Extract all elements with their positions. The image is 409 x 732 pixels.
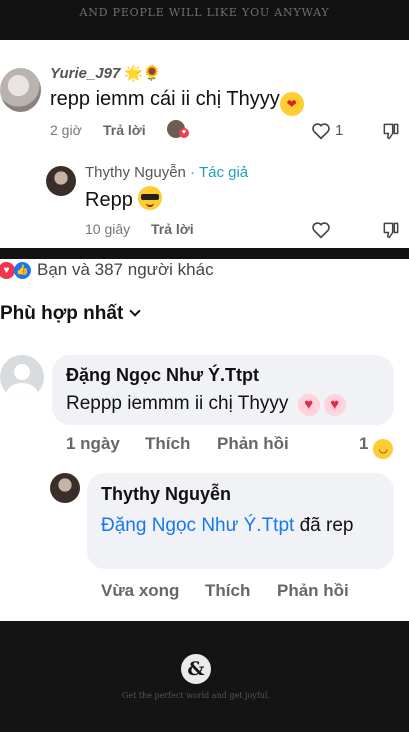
dislike-icon[interactable]	[381, 220, 401, 240]
sunglasses-emoji-icon	[138, 186, 163, 210]
comment-text-body: repp iemm cái ii chị Thyyy	[50, 88, 280, 110]
heart-emoji-icon: ♥	[323, 394, 346, 416]
reply-button[interactable]: Trả lời	[103, 122, 146, 138]
comment-panel-2: ♥ 👍 Bạn và 387 người khác Phù hợp nhất Đặn…	[0, 259, 409, 621]
like-reaction-icon: 👍	[14, 261, 31, 279]
comment-time: 1 ngày	[66, 434, 120, 453]
reply-username-text[interactable]: Thythy Nguyễn	[85, 164, 186, 181]
reply-username: Thythy Nguyễn · Tác giả	[85, 164, 248, 181]
heart-emoji-icon: ♥	[297, 394, 320, 416]
ampersand-logo: &	[181, 654, 211, 684]
comment-username[interactable]: Yurie_J97	[50, 65, 120, 82]
username-emoji: 🌟🌻	[124, 65, 162, 82]
love-reaction-icon: ♥	[0, 261, 15, 279]
mention-link[interactable]: Đặng Ngọc Như Ý.Ttpt	[101, 515, 294, 536]
reply-button[interactable]: Phản hồi	[277, 581, 349, 601]
kiss-emoji-icon: ❤	[279, 92, 304, 116]
banner-tagline: AND PEOPLE WILL LIKE YOU ANYWAY	[79, 6, 330, 19]
comment-time: 2 giờ	[50, 122, 82, 138]
reactions-summary[interactable]: ♥ 👍 Bạn và 387 người khác	[0, 259, 214, 281]
reply-text: Đặng Ngọc Như Ý.Ttpt đã rep	[101, 512, 381, 540]
comment-panel-1: Yurie_J97 🌟🌻 repp iemm cái ii chị Thyyy ❤…	[0, 40, 409, 248]
like-heart-icon[interactable]	[311, 221, 331, 239]
footer-slogan: Get the perfect world and get joyful.	[121, 691, 271, 700]
chevron-down-icon	[129, 305, 141, 317]
reply-text-body: đã rep	[294, 515, 354, 536]
like-button[interactable]: Thích	[145, 434, 190, 454]
reactions-summary-text: Bạn và 387 người khác	[37, 260, 214, 279]
reply-reply-button[interactable]: Trả lời	[151, 221, 194, 237]
dislike-icon[interactable]	[381, 121, 401, 141]
sort-label: Phù hợp nhất	[0, 303, 124, 324]
reply-time: 10 giây	[85, 221, 131, 237]
comment-username[interactable]: Đặng Ngọc Như Ý.Ttpt	[66, 365, 259, 386]
sort-dropdown[interactable]: Phù hợp nhất	[0, 303, 141, 325]
reaction-count-number: 1	[359, 434, 369, 453]
reply-text-body: Repp	[85, 189, 133, 211]
reaction-count[interactable]: 1 ◡	[359, 434, 394, 459]
top-banner: AND PEOPLE WILL LIKE YOU ANYWAY	[0, 0, 409, 40]
reply-text: Repp	[85, 186, 163, 212]
like-heart-icon[interactable]	[311, 122, 331, 140]
comment-text-body: Reppp iemmm ii chị Thyyy	[66, 393, 289, 414]
reply-username[interactable]: Thythy Nguyễn	[101, 484, 231, 505]
like-button[interactable]: Thích	[205, 581, 250, 601]
default-avatar[interactable]	[0, 355, 44, 399]
author-badge: Tác giả	[198, 164, 249, 181]
reply-time: Vừa xong	[101, 581, 180, 600]
like-count: 1	[335, 122, 344, 139]
author-avatar[interactable]	[46, 166, 76, 196]
comment-text: Reppp iemmm ii chị Thyyy ♥ ♥	[66, 393, 346, 416]
separator-dot: ·	[185, 164, 199, 181]
comment-text: repp iemm cái ii chị Thyyy ❤	[50, 88, 304, 116]
footer: & Get the perfect world and get joyful.	[0, 621, 409, 732]
laugh-reaction-icon: ◡	[373, 439, 394, 459]
divider-band	[0, 248, 409, 259]
author-avatar[interactable]	[50, 473, 80, 503]
creator-heart-icon: ♥	[179, 128, 189, 138]
reply-button[interactable]: Phản hồi	[217, 434, 289, 454]
avatar[interactable]	[0, 68, 41, 112]
